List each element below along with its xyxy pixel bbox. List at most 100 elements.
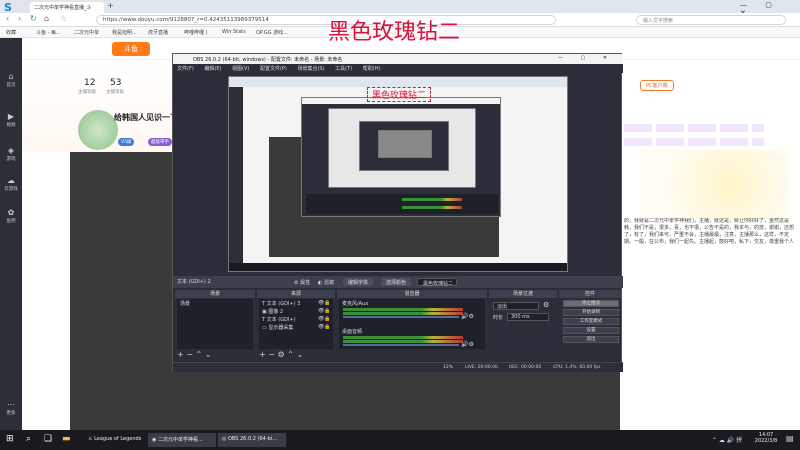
room-title: 给韩国人见识一下 <box>114 113 178 122</box>
bookmark-item[interactable]: 虎牙直播 <box>148 29 168 36</box>
nav-game[interactable]: ◈ 游戏 <box>0 146 22 162</box>
obs-window: OBS 26.0.2 (64-bit, windows) - 配置文件: 未命名… <box>172 53 623 372</box>
gear-icon[interactable]: ⚙ <box>278 350 285 359</box>
source-controls[interactable]: + − ⚙ ⌃ ⌄ <box>259 350 303 360</box>
select-color-button[interactable]: 选择颜色 <box>381 278 412 286</box>
search-input[interactable]: 输入文字搜索 <box>636 15 786 25</box>
taskbar-item-browser[interactable]: ◉ 二次元中单学神看... <box>148 433 216 447</box>
scene-controls[interactable]: + − ⌃ ⌄ <box>177 350 211 360</box>
eye-lock-icon[interactable]: 👁🔒 <box>318 316 331 322</box>
menu-profile[interactable]: 配置文件(P) <box>260 66 287 72</box>
menu-tools[interactable]: 工具(T) <box>335 66 352 72</box>
speaker-icon[interactable]: 🔊⚙ <box>461 313 474 320</box>
add-icon[interactable]: + <box>177 350 184 359</box>
home-icon: ⌂ <box>8 72 14 81</box>
list-item[interactable]: ▭ 显示器采集 👁🔒 <box>262 324 331 332</box>
volume-slider[interactable] <box>343 316 459 318</box>
studio-mode-button[interactable]: 工作室模式 <box>563 318 619 325</box>
move-up-icon[interactable]: ⌃ <box>287 350 294 359</box>
eye-lock-icon[interactable]: 👁🔒 <box>318 324 331 330</box>
taskbar-item-lol[interactable]: ⚔ League of Legends <box>84 433 146 447</box>
tab-douyu[interactable]: 二次元中单学神看直播_斗 <box>30 2 104 13</box>
pc-client-button[interactable]: PC客户端 <box>640 80 674 91</box>
refresh-icon[interactable]: ↻ <box>30 14 37 23</box>
add-icon[interactable]: + <box>259 350 266 359</box>
clock[interactable]: 14:07 2022/3/8 <box>752 432 780 444</box>
tag-badge[interactable]: V5级 <box>118 138 135 146</box>
source-toolbar: 文本 (GDI+) 2 ⚙ 属性 ◐ 滤镜 编辑字体 选择颜色 黑色玫瑰钻二 <box>173 276 623 288</box>
bookmark-item[interactable]: Win Stats <box>222 29 246 35</box>
search-icon[interactable]: ⌕ <box>26 434 31 444</box>
mascot-image <box>640 150 790 220</box>
bookmark-item[interactable]: 我是旭明... <box>112 29 137 36</box>
stop-streaming-button[interactable]: 停止推流 <box>563 300 619 307</box>
nav-home[interactable]: ⌂ 首页 <box>0 72 22 88</box>
nav-video[interactable]: ▶ 视频 <box>0 112 22 128</box>
home-icon[interactable]: ⌂ <box>44 14 49 23</box>
speaker-icon[interactable]: 🔊⚙ <box>461 341 474 348</box>
tag-badge[interactable]: 超级带手 <box>148 138 172 146</box>
bookmark-item[interactable]: 斗鱼 - 每... <box>36 29 61 36</box>
cpu-status: CPU: 1.4%, 60.00 fps <box>553 365 601 370</box>
list-item[interactable]: T 文本 (GDI+) 👁🔒 <box>262 316 331 324</box>
deepest-preview <box>378 130 432 158</box>
windows-start-icon[interactable]: ⊞ <box>6 434 14 444</box>
transitions-dock: 场景过渡 淡出 ⚙ 时长 300 ms <box>489 290 557 360</box>
menu-scene-collection[interactable]: 场景集合(S) <box>297 66 324 72</box>
bookmark-item[interactable]: 收藏 <box>6 29 16 36</box>
bookmark-item[interactable]: 二次元中单 <box>74 29 99 36</box>
notification-icon[interactable]: ▤ <box>786 434 794 443</box>
volume-slider[interactable] <box>343 344 459 346</box>
remove-icon[interactable]: − <box>268 350 275 359</box>
properties-button[interactable]: ⚙ 属性 <box>289 278 315 286</box>
stat-value: 53 <box>110 78 122 88</box>
obs-preview[interactable]: 黑色玫瑰钻二 <box>228 76 568 272</box>
edit-font-button[interactable]: 编辑字体 <box>343 278 374 286</box>
gear-icon[interactable]: ⚙ <box>543 301 549 309</box>
menu-view[interactable]: 视图(V) <box>232 66 249 72</box>
tray-icons[interactable]: ⌃ ☁ 🔊 拼 <box>712 435 742 444</box>
bookmark-item[interactable]: OP.GG 游戏... <box>256 29 288 36</box>
star-icon[interactable]: ☆ <box>60 14 67 23</box>
video-icon: ▶ <box>7 112 15 121</box>
obs-title: OBS 26.0.2 (64-bit, windows) - 配置文件: 未命名… <box>193 57 343 63</box>
avatar[interactable] <box>78 110 118 150</box>
back-icon[interactable]: ‹ <box>6 14 9 23</box>
forward-icon[interactable]: › <box>18 14 21 23</box>
nav-more[interactable]: ⋯ 更多 <box>0 400 22 416</box>
taskbar-item-obs[interactable]: ◎ OBS 26.0.2 (64-bi... <box>218 433 286 447</box>
duration-label: 时长 <box>493 315 504 321</box>
dock-title: 控件 <box>559 290 621 298</box>
list-item[interactable]: T 文本 (GDI+) 3 👁🔒 <box>262 300 331 308</box>
move-down-icon[interactable]: ⌄ <box>296 350 303 359</box>
filters-button[interactable]: ◐ 滤镜 <box>313 278 339 286</box>
text-input[interactable]: 黑色玫瑰钻二 <box>417 278 457 287</box>
start-recording-button[interactable]: 开始录制 <box>563 309 619 316</box>
eye-lock-icon[interactable]: 👁🔒 <box>318 308 331 314</box>
nav-fish-bar[interactable]: ✿ 鱼吧 <box>0 208 22 224</box>
menu-file[interactable]: 文件(F) <box>177 66 194 72</box>
douyu-logo[interactable]: 斗鱼 <box>112 42 150 56</box>
new-tab-button[interactable]: + <box>107 1 114 10</box>
list-item[interactable]: 场景 <box>180 300 190 308</box>
list-item[interactable]: ▣ 图像 2 👁🔒 <box>262 308 331 316</box>
menu-help[interactable]: 帮助(H) <box>363 66 381 72</box>
browser-tab-bar: S 二次元中单学神看直播_斗 + — ▢ ✕ <box>0 0 800 17</box>
stat-value: 12 <box>84 78 96 88</box>
window-controls[interactable]: — ▢ ✕ <box>558 55 615 61</box>
eye-lock-icon[interactable]: 👁🔒 <box>318 300 331 306</box>
task-view-icon[interactable]: ❏ <box>44 434 52 444</box>
nav-cloud-game[interactable]: ☁ 云游戏 <box>0 176 22 192</box>
transition-select[interactable]: 淡出 <box>493 302 539 310</box>
settings-button[interactable]: 设置 <box>563 327 619 334</box>
menu-edit[interactable]: 编辑(E) <box>204 66 221 72</box>
remove-icon[interactable]: − <box>186 350 193 359</box>
file-explorer-icon[interactable]: ▬ <box>62 434 71 444</box>
url-input[interactable]: https://www.douyu.com/9128807_r=0.424351… <box>96 15 556 25</box>
duration-input[interactable]: 300 ms <box>507 313 549 321</box>
bookmark-item[interactable]: 哔哩哔哩 ( <box>184 29 208 36</box>
exit-button[interactable]: 退出 <box>563 336 619 343</box>
move-up-icon[interactable]: ⌃ <box>196 350 203 359</box>
move-down-icon[interactable]: ⌄ <box>205 350 212 359</box>
browser-logo-icon: S <box>4 1 12 14</box>
